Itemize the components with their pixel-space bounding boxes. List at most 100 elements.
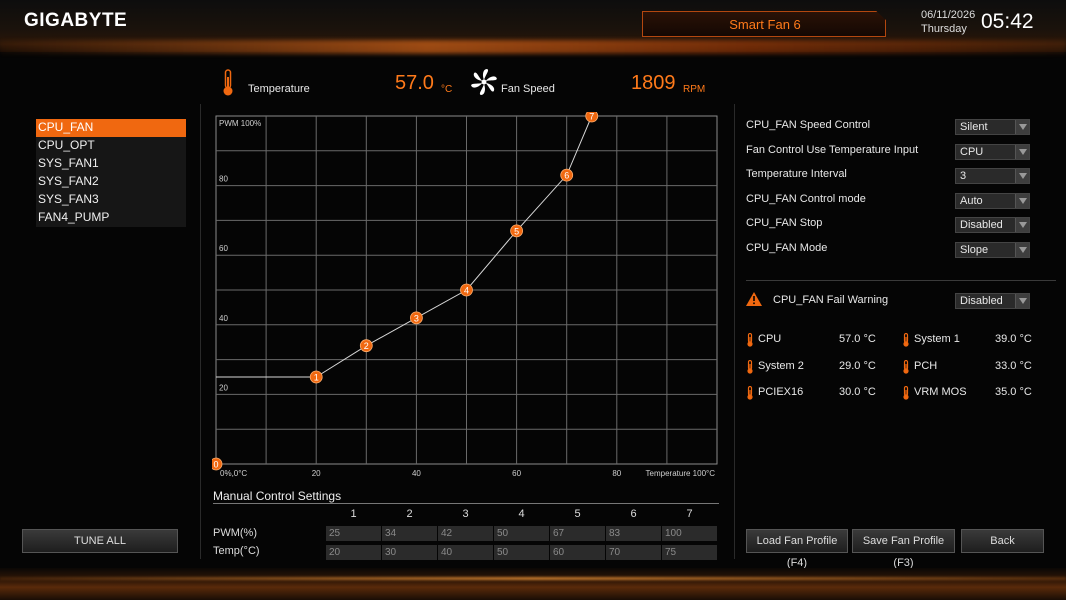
sensor-value: 33.0 °C	[995, 360, 1032, 372]
chevron-down-icon	[1015, 243, 1029, 257]
thermometer-icon	[747, 333, 753, 347]
column-header: 3	[462, 508, 469, 520]
setting-value: Auto	[960, 195, 983, 207]
y-tick-label: 20	[219, 383, 228, 392]
fan-speed-value: 1809	[631, 72, 676, 94]
temperature-label: Temperature	[248, 83, 310, 95]
save-fan-profile-button[interactable]: Save Fan Profile (F3)	[852, 529, 955, 569]
fan-curve-chart[interactable]: 2040608020 40 60 80PWM 100%Temperature 100°…	[212, 112, 722, 484]
pwm-cell[interactable]: 100	[662, 526, 717, 541]
setting-select[interactable]: CPU	[955, 144, 1030, 160]
curve-point-label: 2	[364, 341, 369, 351]
tune-all-button[interactable]: TUNE ALL	[22, 529, 178, 553]
temp-cell[interactable]: 70	[606, 545, 661, 560]
fail-warning-label: CPU_FAN Fail Warning	[773, 294, 889, 306]
setting-label: Fan Control Use Temperature Input	[746, 144, 919, 156]
curve-point-label: 0	[213, 460, 218, 470]
pwm-cell[interactable]: 34	[382, 526, 437, 541]
temp-cell[interactable]: 20	[326, 545, 381, 560]
fan-list-item[interactable]: SYS_FAN2	[36, 172, 186, 191]
chevron-down-icon	[1015, 194, 1029, 208]
setting-select[interactable]: Silent	[955, 119, 1030, 135]
curve-point-label: 7	[589, 112, 594, 122]
day-of-week: Thursday	[921, 23, 967, 35]
x-tick-label: 20	[312, 469, 321, 478]
sensor-name: System 1	[914, 333, 960, 345]
sensor-name: PCIEX16	[758, 386, 804, 398]
fail-warning-value: Disabled	[960, 295, 1003, 307]
origin-label: 0%,0°C	[220, 469, 247, 478]
x-tick-label: 80	[612, 469, 621, 478]
pwm-row-label: PWM(%)	[213, 527, 257, 539]
sensor-value: 57.0 °C	[839, 333, 876, 345]
column-header: 6	[630, 508, 637, 520]
fan-list-item[interactable]: FAN4_PUMP	[36, 208, 186, 227]
temp-cell[interactable]: 30	[382, 545, 437, 560]
pwm-cell[interactable]: 42	[438, 526, 493, 541]
chevron-down-icon	[1015, 169, 1029, 183]
thermometer-icon	[223, 69, 233, 96]
fan-speed-unit: RPM	[683, 84, 706, 95]
temp-cell[interactable]: 40	[438, 545, 493, 560]
setting-label: CPU_FAN Stop	[746, 217, 823, 229]
divider	[734, 104, 735, 559]
pwm-cell[interactable]: 25	[326, 526, 381, 541]
setting-value: 3	[960, 170, 967, 182]
setting-value: Silent	[960, 121, 988, 133]
pwm-cell[interactable]: 83	[606, 526, 661, 541]
sensor-value: 30.0 °C	[839, 386, 876, 398]
y-axis-label: PWM 100%	[219, 119, 261, 128]
date: 06/11/2026	[921, 9, 976, 21]
setting-label: CPU_FAN Speed Control	[746, 119, 871, 131]
pwm-cell[interactable]: 50	[494, 526, 549, 541]
sensor-name: PCH	[914, 360, 938, 372]
sensor-name: VRM MOS	[914, 386, 967, 398]
column-header: 2	[406, 508, 413, 520]
header-glow	[0, 40, 1066, 54]
setting-select[interactable]: Slope	[955, 242, 1030, 258]
back-button[interactable]: Back	[961, 529, 1044, 553]
thermometer-icon	[747, 360, 753, 374]
setting-label: CPU_FAN Control mode	[746, 193, 866, 205]
divider	[746, 280, 1056, 281]
temp-cell[interactable]: 60	[550, 545, 605, 560]
setting-select[interactable]: 3	[955, 168, 1030, 184]
fan-list-item[interactable]: CPU_OPT	[36, 136, 186, 155]
load-fan-profile-button[interactable]: Load Fan Profile (F4)	[746, 529, 848, 569]
curve-point-label: 6	[564, 171, 569, 181]
chevron-down-icon	[1015, 218, 1029, 232]
setting-label: CPU_FAN Mode	[746, 242, 828, 254]
curve-point-label: 5	[514, 226, 519, 236]
setting-label: Temperature Interval	[746, 168, 847, 180]
fan-list-item[interactable]: SYS_FAN1	[36, 154, 186, 173]
setting-value: Slope	[960, 244, 989, 256]
gigabyte-logo: GIGABYTE	[24, 10, 128, 31]
fan-speed-label: Fan Speed	[501, 83, 555, 95]
temperature-value: 57.0	[395, 72, 434, 94]
temp-cell[interactable]: 75	[662, 545, 717, 560]
temp-cell[interactable]: 50	[494, 545, 549, 560]
curve-point-label: 3	[414, 313, 419, 323]
clock: 05:42	[981, 10, 1034, 33]
x-axis-label: Temperature 100°C	[646, 469, 716, 478]
thermometer-icon	[903, 386, 909, 400]
chevron-down-icon	[1015, 145, 1029, 159]
pwm-cell[interactable]: 67	[550, 526, 605, 541]
page-title-box: Smart Fan 6	[642, 11, 886, 37]
fan-icon	[471, 69, 497, 95]
sensor-value: 35.0 °C	[995, 386, 1032, 398]
fail-warning-select[interactable]: Disabled	[955, 293, 1030, 309]
setting-value: Disabled	[960, 219, 1003, 231]
fan-list-item[interactable]: SYS_FAN3	[36, 190, 186, 209]
footer-bar	[0, 568, 1066, 600]
column-header: 4	[518, 508, 525, 520]
sensor-value: 39.0 °C	[995, 333, 1032, 345]
setting-select[interactable]: Auto	[955, 193, 1030, 209]
temp-row-label: Temp(°C)	[213, 545, 260, 557]
setting-value: CPU	[960, 146, 984, 158]
fan-list-item[interactable]: CPU_FAN	[36, 119, 186, 137]
footer-glow	[0, 577, 1066, 580]
curve-point-label: 4	[464, 286, 469, 296]
fan-header-list: CPU_FAN CPU_OPT SYS_FAN1 SYS_FAN2 SYS_FAN3 FA…	[36, 119, 186, 227]
setting-select[interactable]: Disabled	[955, 217, 1030, 233]
